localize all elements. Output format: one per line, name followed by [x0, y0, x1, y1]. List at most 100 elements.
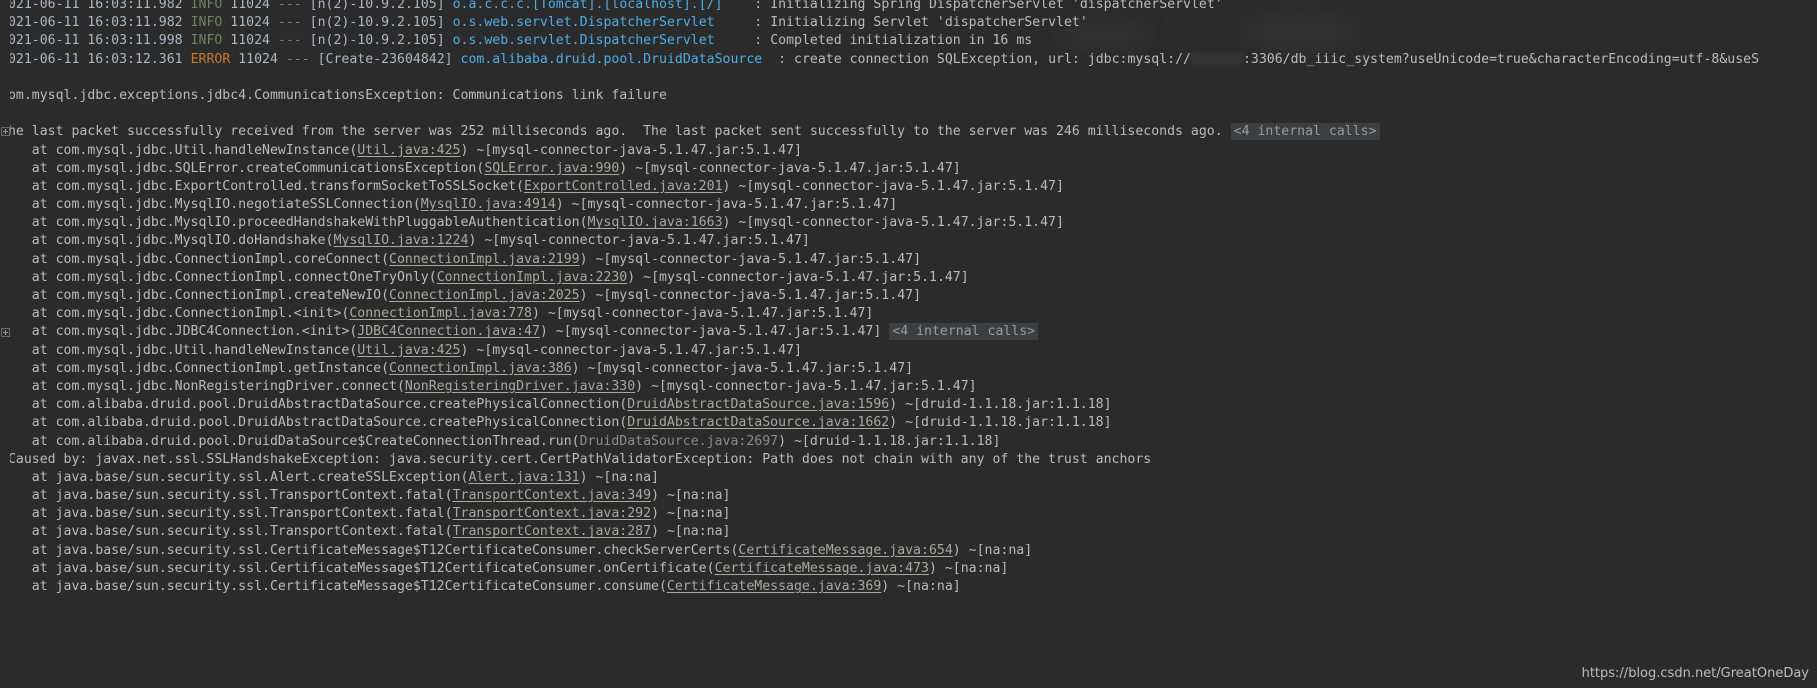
- stack-frame-line: at com.mysql.jdbc.ConnectionImpl.<init>(…: [0, 305, 1817, 323]
- stack-frame-artifact: ) ~[mysql-connector-java-5.1.47.jar:5.1.…: [571, 360, 914, 376]
- log-timestamp: 2021-06-11 16:03:11.998: [0, 33, 191, 49]
- stack-frame-link[interactable]: ExportControlled.java:201: [524, 179, 723, 194]
- log-message: Initializing Spring DispatcherServlet 'd…: [770, 0, 1223, 12]
- stack-frame-artifact: ) ~[mysql-connector-java-5.1.47.jar:5.1.…: [627, 269, 969, 285]
- stack-frame-link[interactable]: CertificateMessage.java:473: [715, 561, 929, 576]
- stack-frame-link[interactable]: DruidAbstractDataSource.java:1596: [627, 397, 889, 412]
- stack-frame-link[interactable]: SQLError.java:990: [484, 161, 619, 176]
- log-colon: :: [738, 0, 771, 12]
- stack-frame-method: at com.mysql.jdbc.Util.handleNewInstance…: [0, 142, 358, 158]
- log-logger: o.a.c.c.c.[Tomcat].[localhost].[/]: [452, 0, 739, 12]
- fold-gutter[interactable]: [0, 0, 10, 688]
- stack-frame-line: at com.mysql.jdbc.MysqlIO.negotiateSSLCo…: [0, 196, 1817, 214]
- log-header-line: 2021-06-11 16:03:11.982 INFO 11024 --- […: [0, 14, 1817, 32]
- stack-frame-method: at java.base/sun.security.ssl.TransportC…: [0, 506, 453, 522]
- stack-frame-method: at com.mysql.jdbc.ConnectionImpl.connect…: [0, 269, 437, 285]
- stack-frame-artifact: ) ~[na:na]: [651, 524, 731, 540]
- stack-frame-link[interactable]: TransportContext.java:349: [453, 488, 652, 503]
- stack-frame-link[interactable]: Util.java:425: [357, 143, 460, 158]
- stack-frame-method: at com.mysql.jdbc.MysqlIO.proceedHandsha…: [0, 215, 588, 231]
- stack-frame-link[interactable]: DruidAbstractDataSource.java:1662: [627, 415, 889, 430]
- log-separator: ---: [277, 33, 302, 49]
- stack-frame-method: at com.mysql.jdbc.NonRegisteringDriver.c…: [0, 378, 405, 394]
- log-pid: 11024: [222, 15, 278, 31]
- stack-frame-line: at java.base/sun.security.ssl.Certificat…: [0, 560, 1817, 578]
- stack-frame-line: at java.base/sun.security.ssl.Alert.crea…: [0, 469, 1817, 487]
- exception-summary-line: The last packet successfully received fr…: [0, 123, 1817, 141]
- stack-frame-link[interactable]: Alert.java:131: [468, 470, 579, 485]
- stack-frame-link[interactable]: TransportContext.java:287: [453, 524, 652, 539]
- stack-frame-line: at com.mysql.jdbc.ConnectionImpl.coreCon…: [0, 251, 1817, 269]
- stack-frame-method: at com.mysql.jdbc.ConnectionImpl.getInst…: [0, 360, 390, 376]
- log-timestamp: 2021-06-11 16:03:11.982: [0, 0, 191, 12]
- stack-frame-artifact: ) ~[mysql-connector-java-5.1.47.jar:5.1.…: [722, 215, 1064, 231]
- stack-frame-artifact: ) ~[druid-1.1.18.jar:1.1.18]: [889, 397, 1112, 413]
- log-timestamp: 2021-06-11 16:03:12.361: [0, 51, 191, 67]
- log-logger: o.s.web.servlet.DispatcherServlet: [452, 15, 739, 31]
- stack-frame-method: at com.mysql.jdbc.MysqlIO.doHandshake(: [0, 233, 334, 249]
- stack-frame-link[interactable]: MysqlIO.java:1224: [333, 233, 468, 248]
- stack-frame-method: at com.mysql.jdbc.Util.handleNewInstance…: [0, 342, 358, 358]
- log-colon: :: [738, 33, 771, 49]
- log-lines: 2021-06-11 16:03:11.982 INFO 11024 --- […: [0, 0, 1817, 596]
- fold-expand-icon[interactable]: [1, 127, 10, 137]
- stack-frame-artifact: ) ~[mysql-connector-java-5.1.47.jar:5.1.…: [468, 233, 810, 249]
- stack-frame-method: at java.base/sun.security.ssl.Certificat…: [0, 542, 739, 558]
- stack-frame-method: at com.alibaba.druid.pool.DruidAbstractD…: [0, 415, 628, 431]
- stack-frame-artifact: ) ~[na:na]: [651, 488, 731, 504]
- stack-frame-link[interactable]: ConnectionImpl.java:2230: [437, 270, 628, 285]
- log-pid: 11024: [222, 0, 278, 12]
- log-message-prefix: create connection SQLException, url: jdb…: [794, 51, 1191, 67]
- log-message: Initializing Servlet 'dispatcherServlet': [770, 15, 1088, 31]
- stack-frame-link[interactable]: MysqlIO.java:1663: [588, 215, 723, 230]
- stack-frame-artifact: ) ~[na:na]: [928, 560, 1009, 576]
- stack-frame-link[interactable]: DruidDataSource.java:2697: [580, 434, 779, 449]
- log-thread: [Create-23604842]: [309, 51, 461, 67]
- stack-frame-link[interactable]: NonRegisteringDriver.java:330: [405, 379, 635, 394]
- stack-frame-line: at com.mysql.jdbc.MysqlIO.proceedHandsha…: [0, 214, 1817, 232]
- caused-by-line: Caused by: javax.net.ssl.SSLHandshakeExc…: [0, 451, 1817, 469]
- stack-frame-link[interactable]: ConnectionImpl.java:2025: [389, 288, 580, 303]
- stack-frame-line: at com.mysql.jdbc.ConnectionImpl.createN…: [0, 287, 1817, 305]
- stack-frame-artifact: ) ~[druid-1.1.18.jar:1.1.18]: [778, 433, 1001, 449]
- stack-frame-link[interactable]: ConnectionImpl.java:2199: [389, 252, 580, 267]
- stack-frame-line: at com.alibaba.druid.pool.DruidAbstractD…: [0, 396, 1817, 414]
- console-output-panel[interactable]: 2021-06-11 16:03:11.982 INFO 11024 --- […: [0, 0, 1817, 688]
- log-level: ERROR: [190, 51, 231, 67]
- stack-frame-link[interactable]: ConnectionImpl.java:386: [389, 361, 572, 376]
- stack-frame-line: at com.mysql.jdbc.ExportControlled.trans…: [0, 178, 1817, 196]
- stack-frame-method: at java.base/sun.security.ssl.TransportC…: [0, 488, 453, 504]
- stack-frame-link[interactable]: ConnectionImpl.java:778: [349, 306, 532, 321]
- stack-frame-line: at java.base/sun.security.ssl.TransportC…: [0, 487, 1817, 505]
- stack-frame-artifact: ) ~[mysql-connector-java-5.1.47.jar:5.1.…: [635, 378, 977, 394]
- stack-frame-line: at com.mysql.jdbc.ConnectionImpl.connect…: [0, 269, 1817, 287]
- stack-frame-line: at java.base/sun.security.ssl.TransportC…: [0, 523, 1817, 541]
- stack-frame-method: at com.mysql.jdbc.ConnectionImpl.<init>(: [0, 306, 350, 322]
- stack-frame-artifact: ) ~[na:na]: [952, 542, 1033, 558]
- fold-expand-icon[interactable]: [1, 327, 10, 337]
- internal-calls-chip: <4 internal calls>: [1230, 123, 1380, 141]
- stack-frame-artifact: ) ~[mysql-connector-java-5.1.47.jar:5.1.…: [722, 178, 1064, 194]
- stack-frame-line: at java.base/sun.security.ssl.TransportC…: [0, 505, 1817, 523]
- redacted-host-block: [1190, 51, 1243, 65]
- stack-frame-method: at com.mysql.jdbc.ExportControlled.trans…: [0, 178, 525, 194]
- stack-frame-artifact: ) ~[mysql-connector-java-5.1.47.jar:5.1.…: [619, 160, 961, 176]
- stack-frame-artifact: ) ~[na:na]: [881, 579, 961, 594]
- log-header-line: 2021-06-11 16:03:12.361 ERROR 11024 --- …: [0, 51, 1817, 69]
- stack-frame-link[interactable]: JDBC4Connection.java:47: [357, 324, 540, 339]
- log-pid: 11024: [222, 33, 278, 49]
- stack-frame-link[interactable]: CertificateMessage.java:369: [667, 579, 881, 594]
- stack-frame-artifact: ) ~[mysql-connector-java-5.1.47.jar:5.1.…: [460, 342, 802, 358]
- stack-frame-link[interactable]: CertificateMessage.java:654: [738, 543, 952, 558]
- stack-frame-method: at com.alibaba.druid.pool.DruidDataSourc…: [0, 433, 580, 449]
- stack-frame-artifact: ) ~[mysql-connector-java-5.1.47.jar:5.1.…: [539, 324, 890, 340]
- stack-frame-method: at com.mysql.jdbc.ConnectionImpl.coreCon…: [0, 251, 390, 267]
- log-separator: ---: [277, 15, 302, 31]
- log-level: INFO: [190, 0, 223, 12]
- stack-frame-link[interactable]: TransportContext.java:292: [453, 506, 652, 521]
- stack-frame-link[interactable]: Util.java:425: [357, 343, 460, 358]
- stack-frame-line: at com.mysql.jdbc.NonRegisteringDriver.c…: [0, 378, 1817, 396]
- stack-frame-link[interactable]: MysqlIO.java:4914: [421, 197, 556, 212]
